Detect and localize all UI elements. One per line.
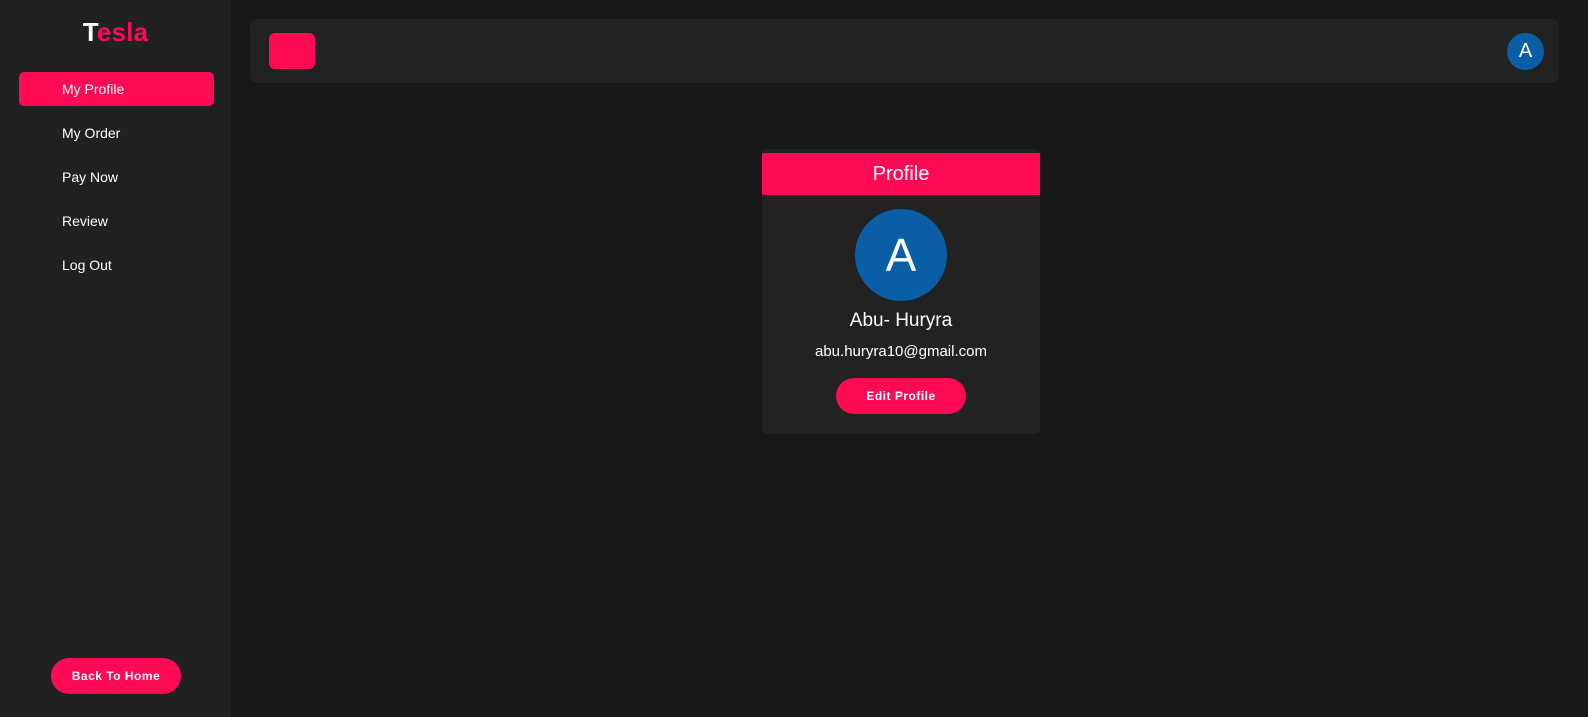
sidebar-item-review[interactable]: Review (19, 204, 214, 238)
menu-toggle-button[interactable] (269, 33, 315, 69)
brand-rest: esla (96, 17, 149, 47)
profile-card-title: Profile (762, 153, 1040, 195)
dashboard: Tesla My Profile My Order Pay Now Review… (0, 0, 1588, 717)
sidebar-item-my-order[interactable]: My Order (19, 116, 214, 150)
sidebar-item-pay-now[interactable]: Pay Now (19, 160, 214, 194)
profile-avatar: A (855, 209, 947, 301)
profile-name: Abu- Huryra (849, 310, 953, 331)
profile-email: abu.huryra10@gmail.com (815, 343, 987, 360)
sidebar-item-log-out[interactable]: Log Out (19, 248, 214, 282)
profile-card: Profile A Abu- Huryra abu.huryra10@gmail… (762, 149, 1040, 434)
sidebar: Tesla My Profile My Order Pay Now Review… (0, 0, 231, 717)
top-bar: A (250, 19, 1559, 83)
brand-logo[interactable]: Tesla (0, 17, 231, 48)
user-avatar[interactable]: A (1507, 33, 1544, 70)
sidebar-nav: My Profile My Order Pay Now Review Log O… (19, 72, 214, 292)
back-to-home-button[interactable]: Back To Home (51, 658, 181, 694)
brand-first-letter: T (82, 17, 97, 47)
sidebar-item-my-profile[interactable]: My Profile (19, 72, 214, 106)
edit-profile-button[interactable]: Edit Profile (836, 378, 966, 414)
